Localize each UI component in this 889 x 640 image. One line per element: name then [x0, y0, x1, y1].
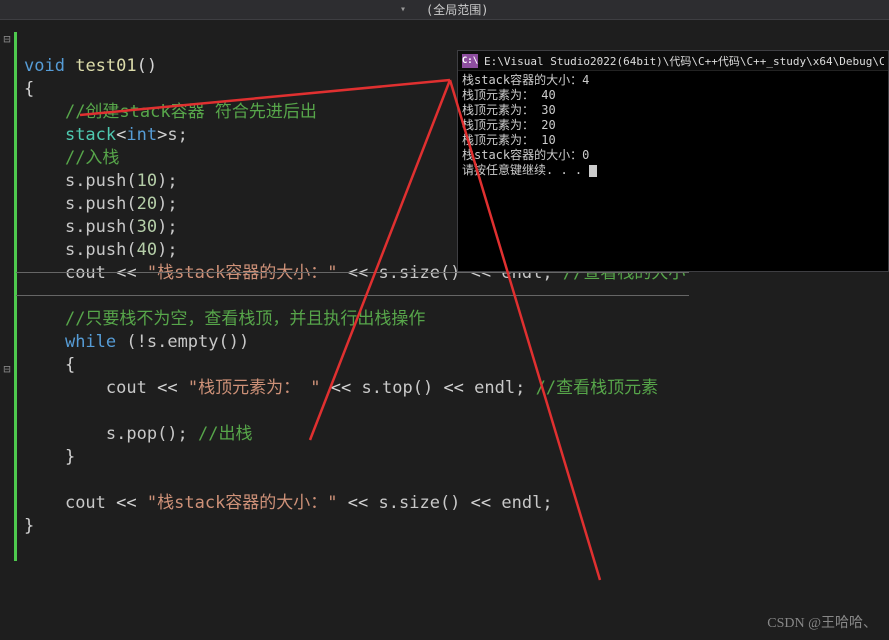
parens: () [137, 56, 157, 76]
brace: { [24, 79, 34, 99]
cout: cout [65, 493, 106, 513]
stmt: s.push( [65, 194, 137, 214]
stmt: ); [157, 217, 177, 237]
watermark: CSDN @王哈哈、 [767, 612, 877, 632]
condition: (!s.empty()) [126, 332, 249, 352]
op: << [331, 378, 351, 398]
console-text: 请按任意键继续. . . [462, 163, 582, 177]
console-line: 栈顶元素为： 10 [462, 133, 884, 148]
collapse-icon[interactable]: ⊟ [0, 362, 14, 376]
console-line: 栈顶元素为： 40 [462, 88, 884, 103]
call: s.size() [379, 493, 461, 513]
console-line: 栈顶元素为： 20 [462, 118, 884, 133]
comment: //出栈 [198, 424, 252, 444]
scope-bar: ▾ (全局范围) [0, 0, 889, 20]
stmt: s.push( [65, 240, 137, 260]
console-titlebar[interactable]: C:\ E:\Visual Studio2022(64bit)\代码\C++代码… [458, 51, 888, 71]
comment: //入栈 [65, 148, 119, 168]
stmt: ); [157, 171, 177, 191]
comment: //只要栈不为空，查看栈顶，并且执行出栈操作 [65, 309, 425, 329]
comment: //查看栈顶元素 [536, 378, 658, 398]
number: 40 [137, 240, 157, 260]
console-line: 栈顶元素为： 30 [462, 103, 884, 118]
stmt: ); [157, 194, 177, 214]
string: "栈顶元素为： " [188, 378, 321, 398]
type: int [126, 125, 157, 145]
console-line: 栈stack容器的大小：0 [462, 148, 884, 163]
number: 20 [137, 194, 157, 214]
console-line: 栈stack容器的大小：4 [462, 73, 884, 88]
op: < [116, 125, 126, 145]
string: "栈stack容器的大小：" [147, 493, 338, 513]
number: 10 [137, 171, 157, 191]
call: s.top() [362, 378, 434, 398]
call: s.pop(); [106, 424, 188, 444]
op: > [157, 125, 167, 145]
identifier: s; [167, 125, 187, 145]
cursor-icon [589, 165, 597, 177]
console-line: 请按任意键继续. . . [462, 163, 884, 178]
brace: { [65, 355, 75, 375]
function-name: test01 [75, 56, 136, 76]
console-path: E:\Visual Studio2022(64bit)\代码\C++代码\C++… [484, 53, 884, 69]
type: stack [65, 125, 116, 145]
comment: //创建stack容器 符合先进后出 [65, 102, 317, 122]
endl: endl; [474, 378, 525, 398]
dropdown-arrow-icon[interactable]: ▾ [400, 4, 406, 15]
op: << [443, 378, 463, 398]
cout: cout [106, 378, 147, 398]
stmt: s.push( [65, 217, 137, 237]
console-window[interactable]: C:\ E:\Visual Studio2022(64bit)\代码\C++代码… [457, 50, 889, 272]
op: << [348, 493, 368, 513]
scope-label: (全局范围) [426, 1, 488, 18]
stmt: s.push( [65, 171, 137, 191]
op: << [471, 493, 491, 513]
keyword: while [65, 332, 116, 352]
stmt: ); [157, 240, 177, 260]
current-line-highlight [16, 272, 689, 296]
op: << [157, 378, 177, 398]
brace: } [24, 516, 34, 536]
number: 30 [137, 217, 157, 237]
console-icon: C:\ [462, 54, 478, 68]
endl: endl; [501, 493, 552, 513]
op: << [116, 493, 136, 513]
console-output: 栈stack容器的大小：4 栈顶元素为： 40 栈顶元素为： 30 栈顶元素为：… [458, 71, 888, 271]
brace: } [65, 447, 75, 467]
keyword: void [24, 56, 65, 76]
collapse-icon[interactable]: ⊟ [0, 32, 14, 46]
